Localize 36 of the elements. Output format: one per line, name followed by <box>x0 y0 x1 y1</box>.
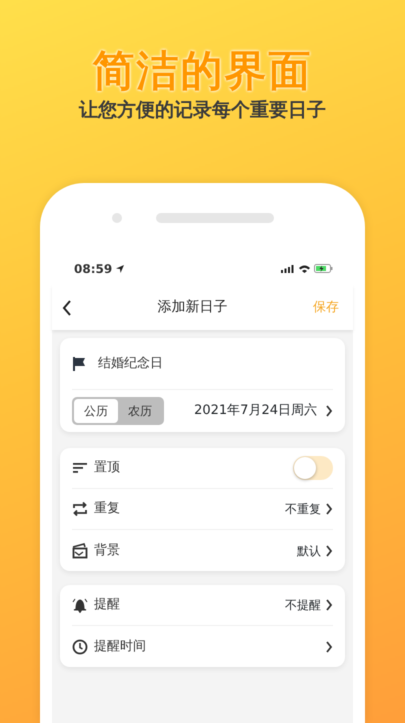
chevron-right-icon <box>325 640 333 652</box>
chevron-right-icon <box>325 503 333 515</box>
battery-icon <box>314 264 333 273</box>
calendar-tab[interactable]: 公历 <box>74 399 118 423</box>
setting-label: 背景 <box>94 542 120 560</box>
subheadline: 让您方便的记录每个重要日子 <box>79 98 326 123</box>
image-icon <box>72 542 88 558</box>
calendar-tab[interactable]: 农历 <box>118 399 162 423</box>
status-time: 08:59 <box>74 260 112 278</box>
chevron-right-icon <box>325 405 333 417</box>
chevron-right-icon <box>325 544 333 556</box>
back-button[interactable] <box>62 300 72 316</box>
repeat-icon <box>72 501 88 517</box>
setting-link[interactable]: 不提醒 <box>285 596 333 614</box>
setting-label: 提醒 <box>94 596 120 614</box>
chevron-right-icon <box>325 599 333 611</box>
back-icon <box>62 300 72 316</box>
sort-lines-icon <box>72 460 88 476</box>
setting-label: 重复 <box>94 500 120 518</box>
page-title: 添加新日子 <box>158 298 228 317</box>
event-name: 结婚纪念日 <box>98 354 163 373</box>
headline: 简洁的界面 <box>92 50 312 92</box>
setting-link[interactable] <box>325 640 333 652</box>
flag-icon <box>72 356 86 370</box>
wifi-icon <box>299 264 310 272</box>
location-icon <box>116 264 124 272</box>
date-picker[interactable]: 2021年7月24日周六 <box>194 401 333 421</box>
toggle-switch[interactable] <box>293 456 333 480</box>
bell-icon <box>72 597 88 613</box>
setting-link[interactable]: 默认 <box>297 542 333 560</box>
camera-dot <box>112 212 122 222</box>
setting-label: 置顶 <box>94 459 120 478</box>
setting-link[interactable]: 不重复 <box>285 500 333 518</box>
signal-icon <box>281 264 295 272</box>
clock-icon <box>72 638 88 654</box>
setting-label: 提醒时间 <box>94 638 146 656</box>
